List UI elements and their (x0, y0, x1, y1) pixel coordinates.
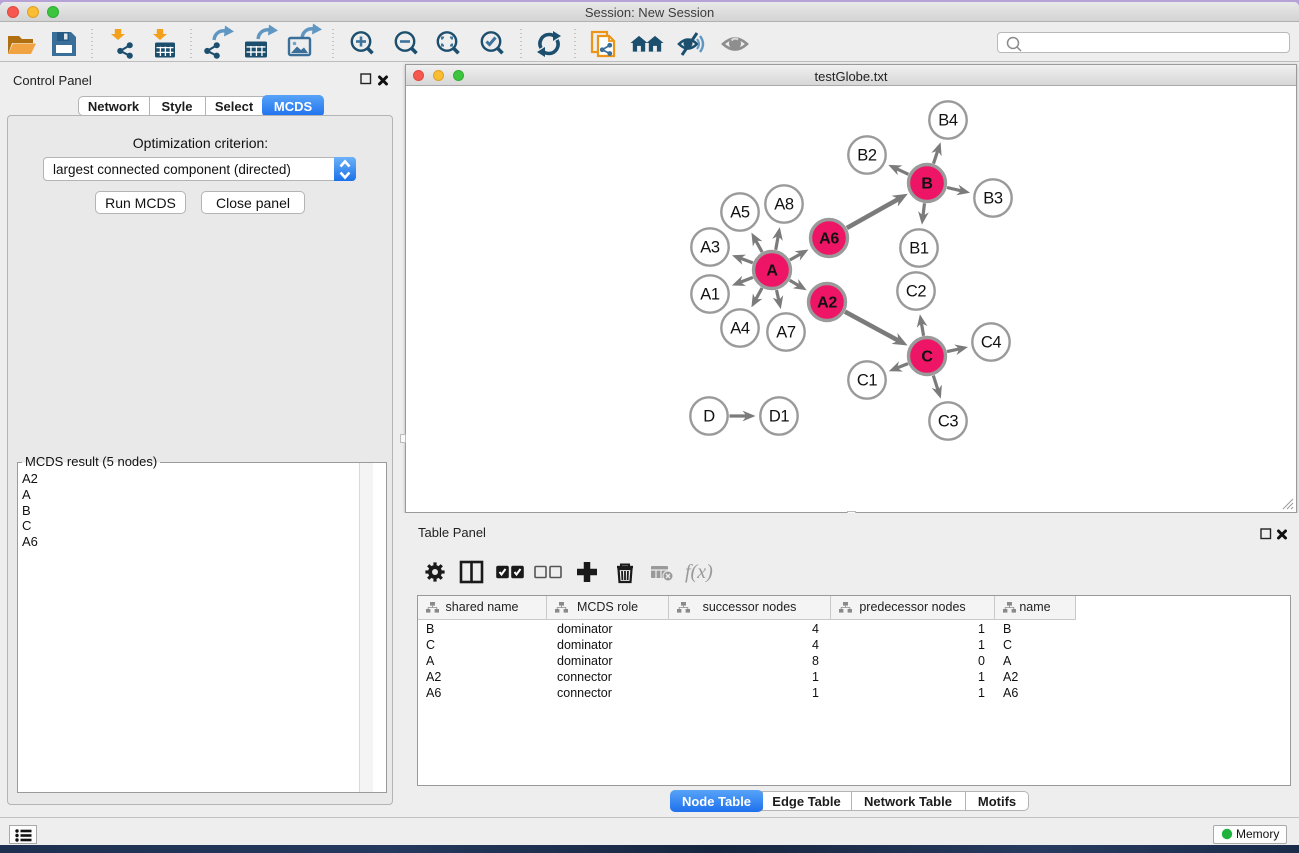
svg-text:A3: A3 (700, 239, 720, 257)
svg-text:D1: D1 (769, 408, 790, 426)
svg-text:D: D (703, 408, 715, 426)
svg-text:B: B (921, 176, 932, 193)
svg-text:B1: B1 (909, 240, 929, 258)
svg-text:A5: A5 (730, 204, 750, 222)
svg-text:A6: A6 (819, 231, 839, 248)
svg-text:B3: B3 (983, 190, 1003, 208)
svg-text:B4: B4 (938, 112, 958, 130)
svg-text:B2: B2 (857, 147, 877, 165)
svg-text:C: C (921, 349, 933, 366)
svg-text:A2: A2 (817, 295, 837, 312)
svg-text:A4: A4 (730, 320, 750, 338)
svg-text:A: A (766, 263, 778, 280)
svg-text:C1: C1 (857, 372, 878, 390)
svg-text:A1: A1 (700, 286, 720, 304)
svg-text:C2: C2 (906, 283, 927, 301)
svg-text:A8: A8 (774, 196, 794, 214)
svg-text:C4: C4 (981, 334, 1002, 352)
svg-text:f(x): f(x) (685, 561, 713, 583)
svg-text:C3: C3 (938, 413, 959, 431)
svg-text:A7: A7 (776, 324, 796, 342)
